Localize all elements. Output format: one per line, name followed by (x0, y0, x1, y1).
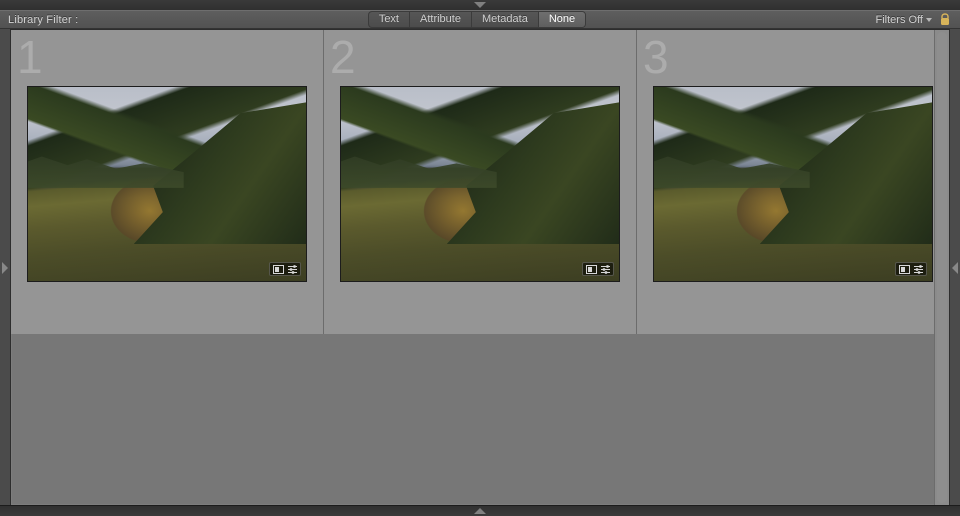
filter-bar-title: Library Filter : (8, 14, 78, 26)
thumbnail-frame[interactable] (340, 86, 620, 282)
chevron-down-icon (926, 18, 932, 22)
panel-toggle-left[interactable] (0, 29, 10, 506)
thumbnail-badge-group[interactable] (582, 262, 614, 276)
grid-workspace: 1 2 (10, 29, 950, 506)
filter-segment-metadata[interactable]: Metadata (472, 12, 539, 27)
grid-cell[interactable]: 1 (11, 30, 324, 334)
panel-toggle-right[interactable] (950, 29, 960, 506)
library-filter-bar: Library Filter : Text Attribute Metadata… (0, 10, 960, 29)
thumbnail-frame[interactable] (27, 86, 307, 282)
filter-segment-attribute[interactable]: Attribute (410, 12, 472, 27)
lock-icon (939, 13, 951, 26)
cell-index: 1 (17, 30, 43, 84)
filter-segment-none[interactable]: None (539, 12, 585, 27)
cell-index: 3 (643, 30, 669, 84)
thumbnail-badge-group[interactable] (269, 262, 301, 276)
thumbnail-badge-group[interactable] (895, 262, 927, 276)
thumbnail-image (654, 87, 932, 281)
filters-off-label: Filters Off (876, 14, 923, 26)
grid-cell[interactable]: 3 (637, 30, 949, 334)
thumbnail-image (28, 87, 306, 281)
filter-segmented-control: Text Attribute Metadata None (78, 11, 875, 28)
grid-scrollbar[interactable] (934, 30, 949, 505)
auto-tone-icon (272, 264, 284, 274)
filter-segment-group: Text Attribute Metadata None (368, 11, 586, 28)
auto-tone-icon (898, 264, 910, 274)
thumbnail-frame[interactable] (653, 86, 933, 282)
grid-row: 1 2 (11, 30, 949, 334)
auto-tone-icon (585, 264, 597, 274)
develop-adjust-icon (912, 264, 924, 274)
panel-toggle-bottom[interactable] (0, 505, 960, 516)
expand-left-icon (1, 258, 9, 278)
filter-lock-button[interactable] (938, 13, 952, 27)
develop-adjust-icon (599, 264, 611, 274)
filter-segment-text[interactable]: Text (369, 12, 410, 27)
expand-right-icon (951, 258, 959, 278)
filters-off-dropdown[interactable]: Filters Off (876, 14, 932, 26)
collapse-bottom-icon (470, 507, 490, 515)
grid-cell[interactable]: 2 (324, 30, 637, 334)
develop-adjust-icon (286, 264, 298, 274)
collapse-top-icon (470, 1, 490, 9)
filter-bar-right: Filters Off (876, 13, 952, 27)
thumbnail-image (341, 87, 619, 281)
cell-index: 2 (330, 30, 356, 84)
